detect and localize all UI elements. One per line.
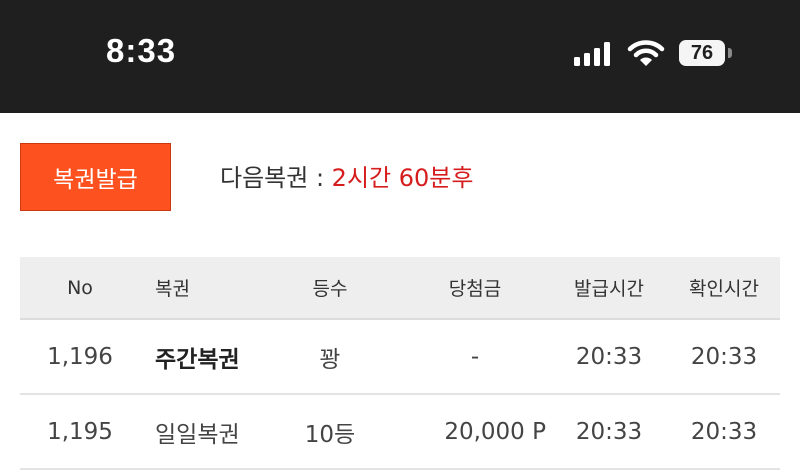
wifi-icon — [627, 40, 665, 66]
row-rank: 10등 — [304, 421, 356, 448]
next-ticket-info: 다음복권 : 2시간 60분후 — [220, 158, 473, 193]
header-no: No — [67, 276, 93, 299]
row-ticket: 일일복권 — [155, 421, 240, 448]
row-no: 1,195 — [47, 418, 113, 445]
row-rank: 꽝 — [319, 346, 341, 373]
header-ticket: 복권 — [155, 278, 190, 300]
row-issued-time: 20:33 — [575, 418, 643, 445]
table-row: 1,196 주간복권 꽝 - 20:33 20:33 — [20, 320, 780, 395]
status-time: 8:33 — [106, 32, 177, 69]
next-ticket-countdown: 2시간 60분후 — [331, 164, 474, 192]
battery-icon: 76 — [679, 40, 725, 66]
header-rank: 등수 — [312, 278, 348, 300]
table-row: 1,195 일일복권 10등 20,000 P 20:33 20:33 — [20, 395, 780, 470]
row-checked-time: 20:33 — [690, 343, 758, 370]
next-ticket-label: 다음복권 : — [220, 164, 332, 192]
battery-cap — [728, 48, 732, 58]
row-prize: 20,000 P — [444, 418, 546, 445]
row-checked-time: 20:33 — [690, 418, 758, 445]
row-no: 1,196 — [47, 343, 113, 370]
table-header: No 복권 등수 당첨금 발급시간 확인시간 — [20, 257, 780, 320]
row-prize: - — [470, 343, 480, 370]
cellular-signal-icon — [574, 42, 614, 66]
status-bar: 8:33 76 — [0, 0, 800, 113]
header-issued-time: 발급시간 — [574, 278, 644, 300]
issue-ticket-button[interactable]: 복권발급 — [20, 143, 171, 211]
header-prize: 당첨금 — [448, 278, 502, 300]
header-checked-time: 확인시간 — [689, 278, 759, 300]
row-ticket: 주간복권 — [155, 346, 240, 373]
row-issued-time: 20:33 — [575, 343, 643, 370]
